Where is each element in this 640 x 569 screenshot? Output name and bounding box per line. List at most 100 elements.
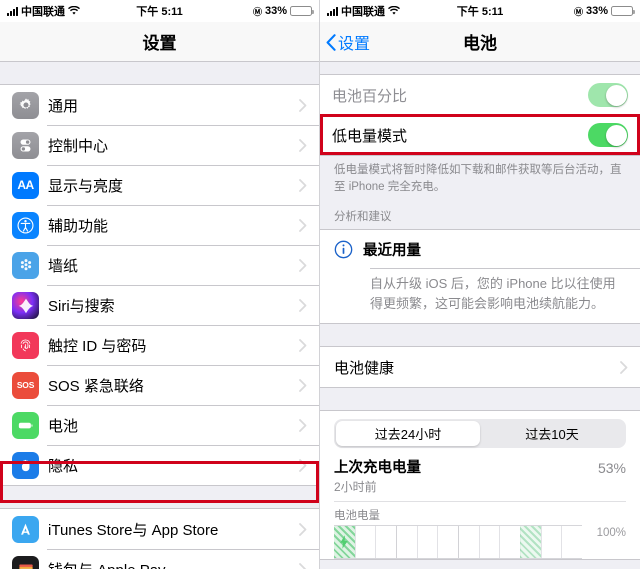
battery-icon-low-power <box>611 6 635 16</box>
wallet-icon <box>12 555 39 569</box>
settings-row[interactable]: 通用 <box>0 85 319 125</box>
battery-health-label: 电池健康 <box>334 359 395 377</box>
recent-usage-row[interactable]: 最近用量 <box>320 230 640 269</box>
nav-bar-battery: 设置 电池 <box>320 22 640 62</box>
battery-level-chart-section: 电池电量 100% <box>320 501 640 559</box>
top-gap <box>320 62 640 74</box>
settings-row[interactable]: 电池 <box>0 405 319 445</box>
cellular-bars-icon <box>7 6 18 16</box>
last-charge-title: 上次充电电量 <box>334 460 421 477</box>
battery-health-row[interactable]: 电池健康 <box>320 347 640 388</box>
time-range-segmented-control[interactable]: 过去24小时 过去10天 <box>334 419 626 449</box>
chevron-right-icon <box>299 138 307 152</box>
back-button-label: 设置 <box>338 36 371 53</box>
segment-last-10-days[interactable]: 过去10天 <box>480 421 624 446</box>
list-group-gap <box>0 486 319 508</box>
health-bottom-gap <box>320 388 640 411</box>
chevron-right-icon <box>299 418 307 432</box>
status-bar-left-group: 中国联通 <box>7 3 80 19</box>
wifi-icon <box>388 6 400 16</box>
chevron-right-icon <box>299 98 307 112</box>
settings-row[interactable]: iTunes Store与 App Store <box>0 509 319 549</box>
settings-row[interactable]: 控制中心 <box>0 125 319 165</box>
wallpaper-icon <box>12 251 39 279</box>
chart-gridline <box>499 525 500 558</box>
battery-body: 电池百分比 低电量模式 低电量模式将暂时降低如下载和邮件获取等后台活动，直至 i… <box>320 62 640 569</box>
wifi-icon <box>68 6 80 16</box>
lightning-bolt-icon <box>340 535 349 549</box>
page-title: 电池 <box>463 34 497 53</box>
battery-percentage-label: 33% <box>585 5 608 17</box>
battery-percentage-switch[interactable] <box>588 83 628 107</box>
battery-level-chart: 100% <box>334 524 626 559</box>
status-bar-right-group: Ⓜ 33% <box>252 5 314 18</box>
analysis-group: 最近用量 自从升级 iOS 后，您的 iPhone 比以往使用得更频繁，这可能会… <box>320 229 640 325</box>
chevron-right-icon <box>299 218 307 232</box>
chevron-right-icon <box>299 338 307 352</box>
settings-screen: 中国联通 下午 5:11 Ⓜ 33% 设置 通用控制中心 AA 显示与亮度 辅助功能墙… <box>0 0 320 569</box>
info-circle-icon <box>334 240 353 259</box>
chart-gridline <box>375 525 376 558</box>
settings-row[interactable]: SOS SOS 紧急联络 <box>0 365 319 405</box>
chart-gridline <box>478 525 480 558</box>
settings-row-label: 钱包与 Apple Pay <box>48 559 299 569</box>
settings-list-body: 通用控制中心 AA 显示与亮度 辅助功能 墙纸 Siri与搜索触控 ID 与密码 SOS SO… <box>0 62 319 569</box>
battery-icon <box>12 411 39 439</box>
gear-icon <box>12 91 39 119</box>
chevron-right-icon <box>299 562 307 569</box>
battery-screen: 中国联通 下午 5:11 Ⓜ 33% 设置 电池 电池百分比 低电量模式 低电量… <box>320 0 640 569</box>
low-power-mode-switch[interactable] <box>588 123 628 147</box>
settings-row[interactable]: AA 显示与亮度 <box>0 165 319 205</box>
analysis-section-header: 分析和建议 <box>320 203 640 230</box>
carrier-label: 中国联通 <box>21 6 65 18</box>
chart-plot-area <box>334 524 582 559</box>
accessibility-icon <box>12 211 39 239</box>
battery-percentage-label: 33% <box>264 5 287 17</box>
battery-percentage-label: 电池百分比 <box>332 87 408 105</box>
low-power-mode-row[interactable]: 低电量模式 <box>320 115 640 155</box>
settings-row[interactable]: 触控 ID 与密码 <box>0 325 319 365</box>
settings-row[interactable]: 墙纸 <box>0 245 319 285</box>
nav-bar-settings: 设置 <box>0 22 319 62</box>
settings-row-label: iTunes Store与 App Store <box>48 521 219 539</box>
display-brightness-icon: AA <box>12 171 39 199</box>
chevron-right-icon <box>620 360 628 374</box>
control-center-icon <box>12 131 39 159</box>
chevron-right-icon <box>299 298 307 312</box>
last-charge-value: 53% <box>597 460 626 477</box>
status-bar-left: 中国联通 下午 5:11 Ⓜ 33% <box>0 0 319 22</box>
battery-health-group: 电池健康 <box>320 346 640 389</box>
settings-row-label: 电池 <box>48 417 79 435</box>
carrier-label: 中国联通 <box>341 6 385 18</box>
chevron-right-icon <box>299 522 307 536</box>
settings-row[interactable]: 钱包与 Apple Pay <box>0 549 319 569</box>
segment-last-24-hours[interactable]: 过去24小时 <box>336 421 480 447</box>
chevron-right-icon <box>299 178 307 192</box>
usage-chart-group: 过去24小时 过去10天 上次充电电量 2小时前 53% 电池电量 100% <box>320 410 640 560</box>
low-power-mode-label: 低电量模式 <box>332 127 408 145</box>
dual-screenshot-container: 中国联通 下午 5:11 Ⓜ 33% 设置 通用控制中心 AA 显示与亮度 辅助功能墙… <box>0 0 640 569</box>
chevron-right-icon <box>299 378 307 392</box>
settings-row[interactable]: 隐私 <box>0 445 319 485</box>
settings-row-label: 通用 <box>48 97 79 115</box>
cellular-bars-icon <box>327 6 338 16</box>
status-bar-left-group: 中国联通 <box>327 3 400 19</box>
chevron-right-icon <box>299 458 307 472</box>
chart-gridline <box>458 525 459 558</box>
settings-row[interactable]: 辅助功能 <box>0 205 319 245</box>
time-range-segmented-wrap: 过去24小时 过去10天 <box>320 411 640 455</box>
rotation-lock-icon: Ⓜ <box>252 6 262 17</box>
settings-group-stores: iTunes Store与 App Store 钱包与 Apple Pay <box>0 508 319 569</box>
privacy-hand-icon <box>12 451 39 479</box>
settings-row-label: Siri与搜索 <box>48 297 115 315</box>
back-button[interactable]: 设置 <box>326 22 370 62</box>
settings-row-label: 控制中心 <box>48 137 109 155</box>
battery-level-chart-title: 电池电量 <box>334 509 380 522</box>
chart-gridline <box>437 525 438 558</box>
battery-icon <box>290 6 314 16</box>
settings-row[interactable]: Siri与搜索 <box>0 285 319 325</box>
chevron-right-icon <box>299 258 307 272</box>
chart-gridline <box>354 525 356 558</box>
battery-percentage-row[interactable]: 电池百分比 <box>320 75 640 115</box>
rotation-lock-icon: Ⓜ <box>573 6 583 17</box>
